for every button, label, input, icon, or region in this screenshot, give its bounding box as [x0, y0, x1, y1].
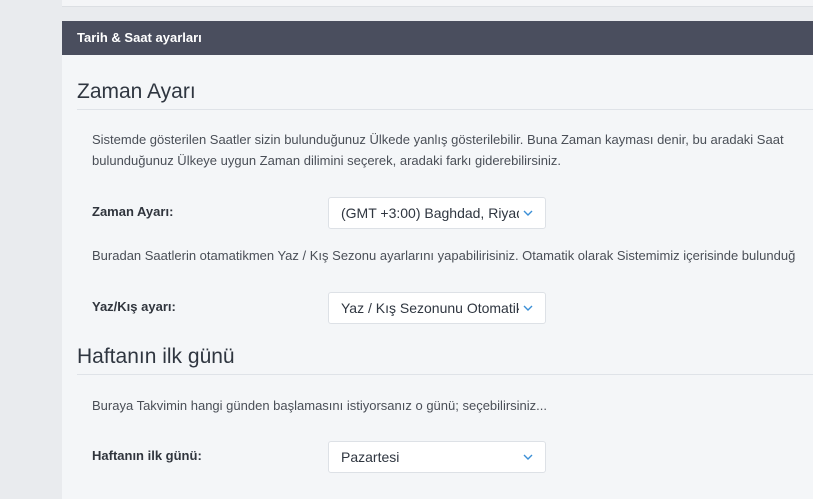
timezone-label: Zaman Ayarı:	[92, 204, 174, 219]
chevron-down-icon	[523, 210, 533, 216]
zaman-description-line2: bulunduğunuz Ülkeye uygun Zaman dilimini…	[92, 153, 561, 168]
zaman-description-line1: Sistemde gösterilen Saatler sizin bulund…	[92, 132, 784, 147]
timezone-select-value: (GMT +3:00) Baghdad, Riyadh	[341, 205, 519, 221]
datetime-settings-panel: Tarih & Saat ayarları Zaman Ayarı Sistem…	[62, 21, 813, 499]
dst-select-value: Yaz / Kış Sezonunu Otomatik	[341, 300, 519, 316]
first-day-select-value: Pazartesi	[341, 449, 400, 465]
dst-label: Yaz/Kış ayarı:	[92, 299, 176, 314]
dst-select[interactable]: Yaz / Kış Sezonunu Otomatik	[328, 292, 546, 324]
section-divider	[77, 109, 813, 110]
section-title-zaman: Zaman Ayarı	[77, 80, 196, 103]
chevron-down-icon	[523, 305, 533, 311]
first-day-label: Haftanın ilk günü:	[92, 448, 202, 463]
first-day-select[interactable]: Pazartesi	[328, 441, 546, 473]
previous-panel-edge	[62, 0, 813, 7]
week-description: Buraya Takvimin hangi günden başlamasını…	[92, 398, 547, 413]
section-title-week: Haftanın ilk günü	[77, 345, 235, 368]
chevron-down-icon	[523, 454, 533, 460]
timezone-select[interactable]: (GMT +3:00) Baghdad, Riyadh	[328, 197, 546, 229]
panel-header: Tarih & Saat ayarları	[62, 21, 813, 55]
section-divider	[77, 374, 813, 375]
dst-description: Buradan Saatlerin otamatikmen Yaz / Kış …	[92, 248, 796, 263]
